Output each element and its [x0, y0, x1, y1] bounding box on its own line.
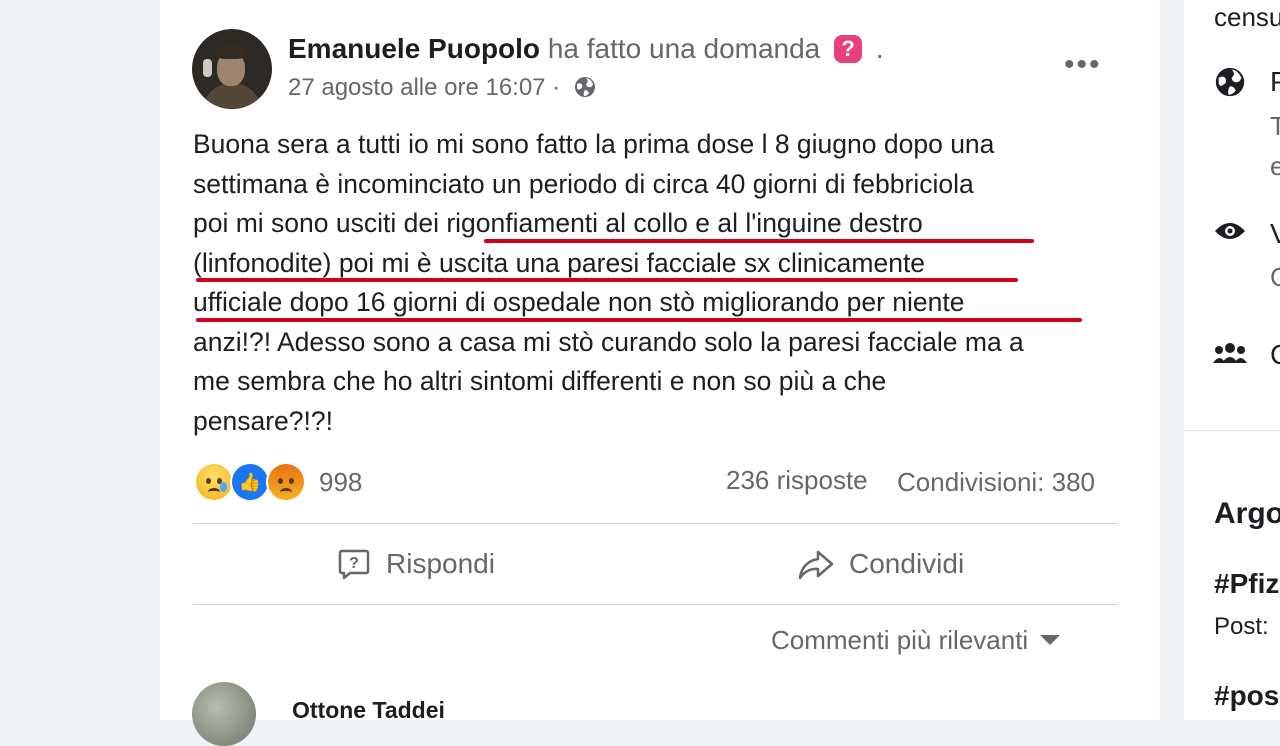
- author-name[interactable]: Emanuele Puopolo: [288, 33, 540, 64]
- post-body-line: poi mi sono usciti dei rigonfiamenti al …: [193, 208, 923, 238]
- post-timestamp[interactable]: 27 agosto alle ore 16:07: [288, 74, 546, 101]
- highlight-underline: [196, 318, 1082, 322]
- sidebar-privacy-desc: T: [1270, 111, 1280, 141]
- share-button[interactable]: Condividi: [797, 541, 964, 587]
- post-body-line: ufficiale dopo 16 giorni di ospedale non…: [193, 287, 965, 317]
- divider: [193, 523, 1118, 524]
- caret-down-icon: [1040, 635, 1061, 645]
- replies-count[interactable]: 236 risposte: [726, 465, 868, 496]
- post-body-line: me sembra che ho altri sintomi different…: [193, 366, 887, 396]
- reaction-count[interactable]: 998: [319, 467, 362, 498]
- like-reaction-icon: 👍: [230, 462, 270, 502]
- eye-icon: [1215, 223, 1245, 239]
- sad-reaction-icon: [196, 464, 232, 500]
- sidebar-visibility-title: V: [1270, 218, 1280, 249]
- group-icon: [1213, 343, 1247, 363]
- commenter-avatar[interactable]: [192, 682, 256, 746]
- header-dot: .: [875, 33, 884, 64]
- post-body-line: anzi!?! Adesso sono a casa mi stò curand…: [193, 326, 1024, 357]
- sidebar-top-text: censu: [1214, 2, 1280, 32]
- comment-sort-dropdown[interactable]: Commenti più rilevanti: [771, 625, 1061, 656]
- share-arrow-icon: [798, 550, 834, 580]
- shares-count[interactable]: Condivisioni: 380: [897, 467, 1095, 498]
- share-label: Condividi: [849, 548, 965, 579]
- globe-icon[interactable]: [573, 75, 597, 106]
- question-bubble-icon: ?: [338, 549, 370, 580]
- post-body-line: pensare?!?!: [193, 405, 333, 436]
- post-body: Buona sera a tutti io mi sono fatto la p…: [193, 125, 1133, 441]
- comment-sort-label: Commenti più rilevanti: [771, 625, 1029, 655]
- globe-icon: [1215, 67, 1245, 97]
- highlight-underline: [484, 239, 1034, 243]
- author-avatar[interactable]: [192, 29, 272, 109]
- highlight-underline: [196, 278, 1018, 282]
- post-body-line: settimana è incominciato un periodo di c…: [193, 168, 974, 199]
- divider: [193, 604, 1118, 605]
- sidebar-visibility-desc: C: [1270, 262, 1280, 292]
- sidebar-hashtag[interactable]: #pos: [1214, 680, 1279, 712]
- post-header: Emanuele Puopolo ha fatto una domanda ? …: [288, 33, 884, 65]
- post-body-line: Buona sera a tutti io mi sono fatto la p…: [193, 129, 995, 159]
- post-meta: 27 agosto alle ore 16:07 ·: [288, 74, 597, 106]
- sidebar-hashtag[interactable]: #Pfiz: [1214, 568, 1279, 600]
- svg-text:?: ?: [349, 555, 359, 572]
- meta-separator: ·: [552, 74, 561, 101]
- reply-button[interactable]: ? Rispondi: [336, 541, 495, 587]
- sidebar-section-title: Argo: [1214, 497, 1280, 530]
- reply-label: Rispondi: [386, 548, 495, 579]
- question-icon: ?: [834, 35, 863, 63]
- sidebar-hashtag-posts: Post:: [1214, 613, 1269, 640]
- sidebar-privacy-desc: e: [1270, 151, 1280, 181]
- right-sidebar: censu P T e V C C Argo #Pfiz Post: #pos: [1184, 0, 1280, 720]
- reactions-icons[interactable]: 👍: [196, 462, 306, 502]
- avatar-body: [202, 83, 262, 109]
- sidebar-privacy-title: P: [1270, 66, 1280, 97]
- group-info-card: censu P T e V C C: [1184, 0, 1280, 431]
- avatar-hair: [216, 45, 246, 59]
- avatar-hand: [203, 59, 212, 77]
- more-options-button[interactable]: •••: [1064, 50, 1102, 80]
- sidebar-group-title: C: [1270, 339, 1280, 371]
- post-action-text: ha fatto una domanda: [547, 33, 821, 64]
- angry-reaction-icon: [266, 462, 306, 502]
